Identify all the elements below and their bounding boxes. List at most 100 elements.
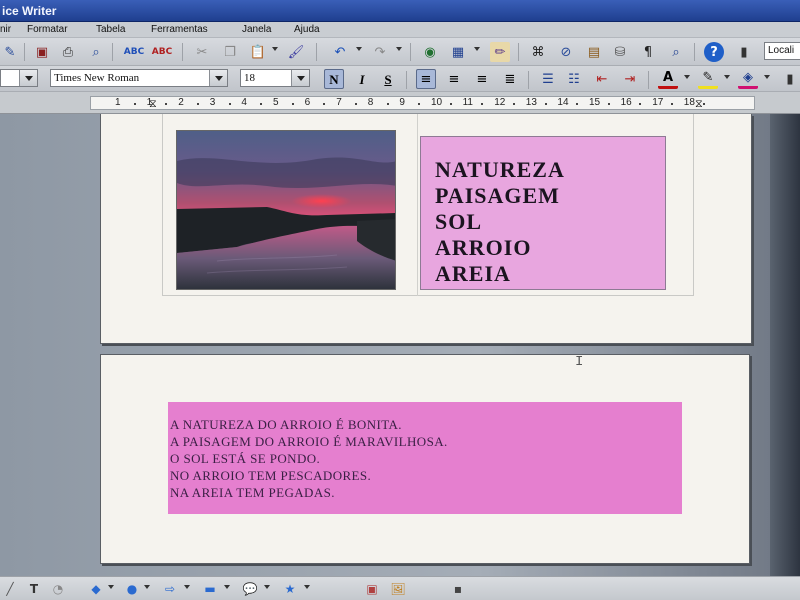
chevron-down-icon[interactable] xyxy=(209,70,227,86)
menu-item-janela[interactable]: Janela xyxy=(242,24,271,35)
indent-marker-icon[interactable]: ⧖ xyxy=(149,98,157,111)
diamond-shape-icon[interactable]: ◆ xyxy=(88,581,104,597)
font-size-combo[interactable]: 18 xyxy=(240,69,310,87)
paste-icon[interactable]: 📋 xyxy=(248,42,268,62)
export-pdf-icon[interactable]: ▣ xyxy=(32,42,52,62)
flowchart-icon[interactable]: ▬ xyxy=(202,581,218,597)
ruler-tick xyxy=(449,103,452,105)
data-sources-icon[interactable]: ⛁ xyxy=(610,42,630,62)
help-icon[interactable]: ? xyxy=(704,42,724,62)
keywords-box[interactable]: NATUREZA PAISAGEM SOL ARROIO AREIA xyxy=(420,136,666,290)
edit-file-icon[interactable]: ✎ xyxy=(0,42,20,62)
shape-dropdown-icon[interactable] xyxy=(184,585,190,589)
separator xyxy=(648,71,649,89)
increase-indent-icon[interactable]: ⇥ xyxy=(620,69,640,89)
autospellcheck-icon[interactable]: ABC xyxy=(152,42,172,62)
star-shape-icon[interactable]: ★ xyxy=(282,581,298,597)
numbering-icon[interactable]: ☰ xyxy=(538,69,558,89)
print-icon[interactable]: ⎙ xyxy=(58,42,78,62)
undo-dropdown-icon[interactable] xyxy=(356,47,362,51)
underline-button[interactable]: S xyxy=(378,69,398,89)
highlighting-dropdown-icon[interactable] xyxy=(724,75,730,79)
horizontal-ruler[interactable]: 1 1 2 3 4 5 6 7 8 9 10 11 12 13 14 15 16 17 18 ⧖ ⧖ xyxy=(0,92,800,114)
spellcheck-icon[interactable]: ABC xyxy=(124,42,144,62)
background-color-dropdown-icon[interactable] xyxy=(764,75,770,79)
italic-button[interactable]: I xyxy=(352,69,372,89)
keyword-areia: AREIA xyxy=(435,261,511,286)
bold-button[interactable]: N xyxy=(324,69,344,89)
menu-item-ajuda[interactable]: Ajuda xyxy=(294,24,320,35)
font-size-value: 18 xyxy=(244,72,255,84)
font-color-dropdown-icon[interactable] xyxy=(684,75,690,79)
chevron-down-icon[interactable] xyxy=(291,70,309,86)
ruler-tick xyxy=(291,103,294,105)
font-name-value: Times New Roman xyxy=(54,72,140,84)
arrow-shape-icon[interactable]: ⇨ xyxy=(162,581,178,597)
separator xyxy=(518,43,519,61)
find-replace-icon[interactable]: ⌘ xyxy=(528,42,548,62)
paste-dropdown-icon[interactable] xyxy=(272,47,278,51)
ruler-label: 17 xyxy=(652,97,664,108)
highlighting-icon[interactable]: ✎ xyxy=(698,69,718,89)
callout-icon[interactable]: ◔ xyxy=(50,581,66,597)
text-tool-icon[interactable]: T xyxy=(26,581,42,597)
toolbar-handle-icon[interactable]: ▮ xyxy=(734,42,754,62)
shape-dropdown-icon[interactable] xyxy=(304,585,310,589)
copy-icon[interactable]: ❐ xyxy=(220,42,240,62)
background-color-icon[interactable]: ◈ xyxy=(738,69,758,89)
show-draw-functions-icon[interactable]: ✏ xyxy=(490,42,510,62)
ruler-label: 1 xyxy=(115,97,121,108)
paragraph-style-combo[interactable] xyxy=(0,69,38,87)
nonprinting-characters-icon[interactable]: ¶ xyxy=(638,42,658,62)
shape-dropdown-icon[interactable] xyxy=(224,585,230,589)
sunset-river-photo[interactable] xyxy=(176,130,396,290)
align-right-icon[interactable]: ≡ xyxy=(472,69,492,89)
justify-icon[interactable]: ≣ xyxy=(500,69,520,89)
align-left-icon[interactable]: ≡ xyxy=(416,69,436,89)
fontwork-icon[interactable]: ▣ xyxy=(364,581,380,597)
bullets-icon[interactable]: ☷ xyxy=(564,69,584,89)
table-icon[interactable]: ▦ xyxy=(448,42,468,62)
line-icon[interactable]: ╱ xyxy=(2,581,18,597)
print-preview-icon[interactable]: ⌕ xyxy=(86,42,106,62)
separator xyxy=(316,43,317,61)
toolbar-handle-icon[interactable]: ▮ xyxy=(780,69,800,89)
undo-icon[interactable]: ↶ xyxy=(330,42,350,62)
menu-item-formatar[interactable]: Formatar xyxy=(27,24,68,35)
callout-shape-icon[interactable]: 💬 xyxy=(242,581,258,597)
menu-item-ferramentas[interactable]: Ferramentas xyxy=(151,24,208,35)
decrease-indent-icon[interactable]: ⇤ xyxy=(592,69,612,89)
sentences-box[interactable]: A NATUREZA DO ARROIO É BONITA. A PAISAGE… xyxy=(168,402,682,514)
ruler-label: 6 xyxy=(304,97,311,108)
separator xyxy=(528,71,529,89)
shape-dropdown-icon[interactable] xyxy=(264,585,270,589)
ruler-label: 14 xyxy=(557,97,569,108)
navigator-icon[interactable]: ⊘ xyxy=(556,42,576,62)
right-margin-marker-icon[interactable]: ⧖ xyxy=(695,98,703,111)
menu-item-inserir[interactable]: nir xyxy=(0,24,11,35)
align-center-icon[interactable]: ≡ xyxy=(444,69,464,89)
chevron-down-icon[interactable] xyxy=(19,70,37,86)
find-text-field[interactable]: Locali xyxy=(764,42,800,60)
ruler-tick xyxy=(323,103,326,105)
ruler-label: 18 xyxy=(683,97,695,108)
insert-image-icon[interactable]: 🖼 xyxy=(390,581,406,597)
zoom-icon[interactable]: ⌕ xyxy=(666,42,686,62)
ruler-scale[interactable]: 1 1 2 3 4 5 6 7 8 9 10 11 12 13 14 15 16 17 18 ⧖ ⧖ xyxy=(90,96,755,110)
extrusion-icon[interactable]: ▪ xyxy=(450,581,466,597)
shape-dropdown-icon[interactable] xyxy=(144,585,150,589)
redo-dropdown-icon[interactable] xyxy=(396,47,402,51)
shape-dropdown-icon[interactable] xyxy=(108,585,114,589)
hyperlink-icon[interactable]: ◉ xyxy=(420,42,440,62)
cut-icon[interactable]: ✂ xyxy=(192,42,212,62)
font-color-icon[interactable]: A xyxy=(658,69,678,89)
format-paintbrush-icon[interactable]: 🖌 xyxy=(286,42,306,62)
font-name-combo[interactable]: Times New Roman xyxy=(50,69,228,87)
menu-item-tabela[interactable]: Tabela xyxy=(96,24,125,35)
ruler-label: 10 xyxy=(431,97,443,108)
circle-shape-icon[interactable]: ● xyxy=(124,581,140,597)
sentence-line: O SOL ESTÁ SE PONDO. xyxy=(170,451,321,466)
gallery-icon[interactable]: ▤ xyxy=(584,42,604,62)
table-dropdown-icon[interactable] xyxy=(474,47,480,51)
redo-icon[interactable]: ↷ xyxy=(370,42,390,62)
